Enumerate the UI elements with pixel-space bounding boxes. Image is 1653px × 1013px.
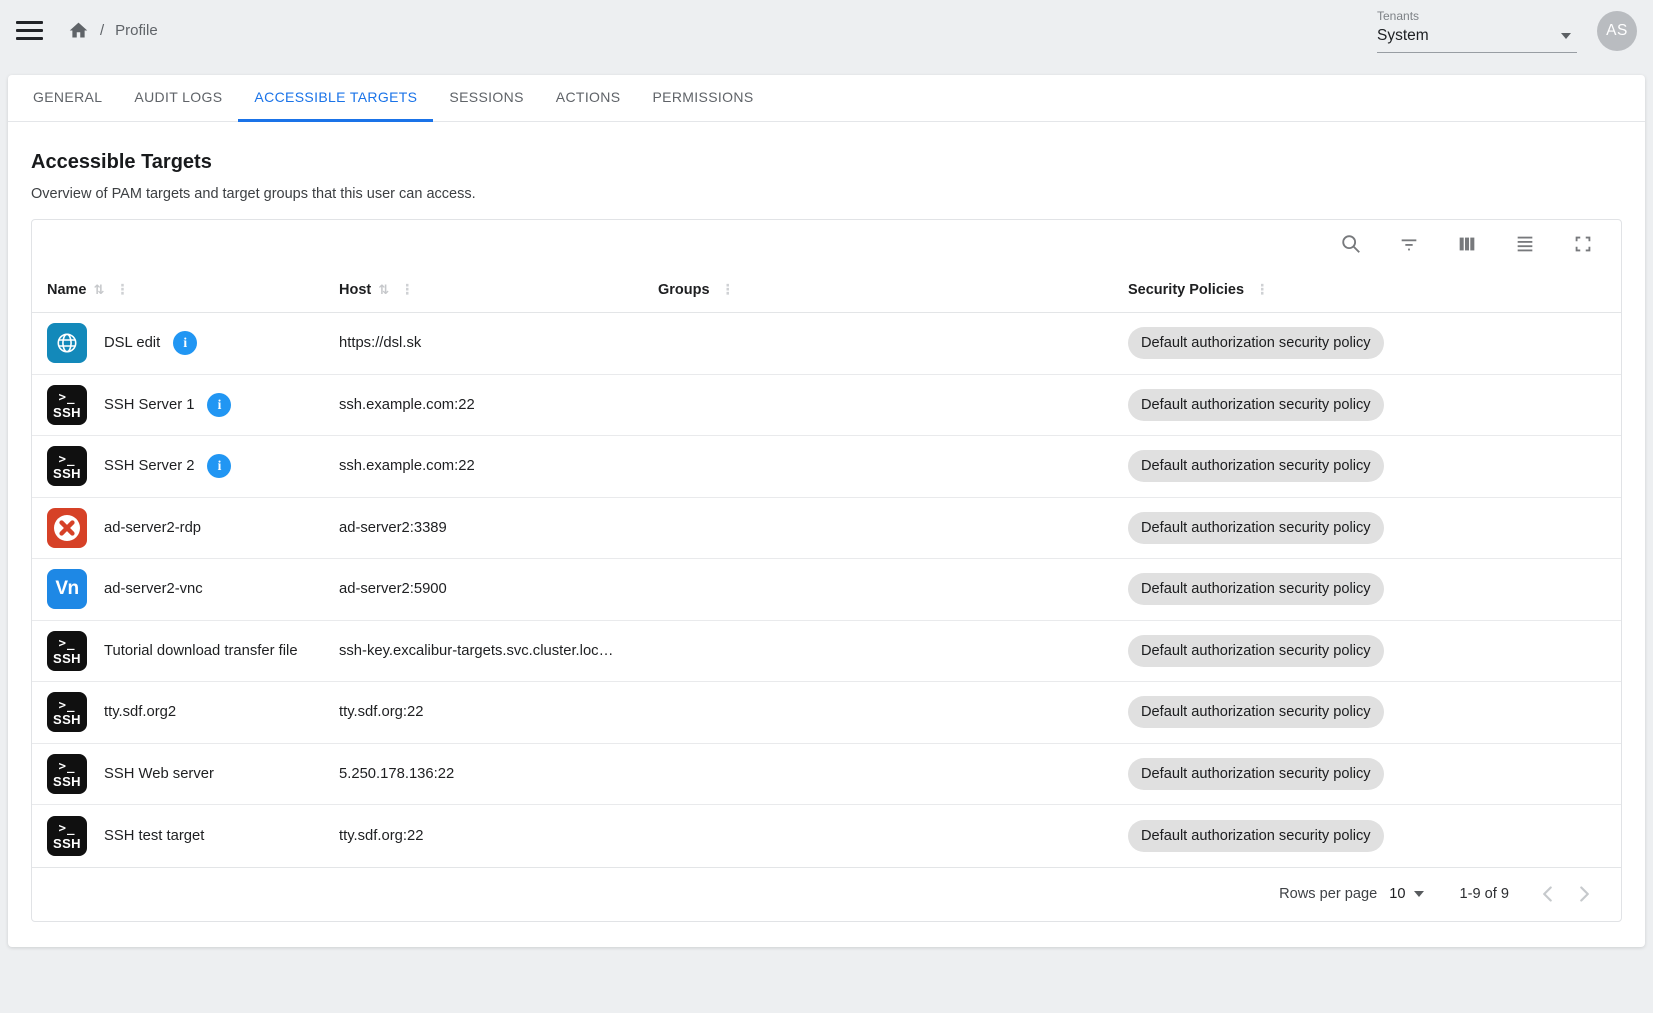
- density-icon[interactable]: [1513, 232, 1537, 256]
- security-policy-chip: Default authorization security policy: [1128, 512, 1384, 544]
- breadcrumb-separator: /: [100, 22, 104, 39]
- column-header-host[interactable]: Host ⇅ ⋮: [339, 282, 658, 298]
- avatar[interactable]: AS: [1597, 11, 1637, 51]
- previous-page-icon[interactable]: [1535, 881, 1561, 907]
- tab-general[interactable]: GENERAL: [17, 75, 118, 122]
- table-row: >_ SSH Vn tty.sdf.org2 i tty.sdf.org:22 …: [32, 682, 1621, 744]
- chevron-down-icon: [1561, 33, 1571, 39]
- targets-table: Name ⇅ ⋮ Host ⇅ ⋮ Groups ⋮ Security Poli…: [31, 219, 1622, 922]
- table-row: >_ SSH Vn Tutorial download transfer fil…: [32, 621, 1621, 683]
- target-name: ad-server2-vnc: [104, 581, 203, 597]
- table-body: >_ SSH Vn DSL edit i https://dsl.sk Defa…: [32, 313, 1621, 867]
- target-host: tty.sdf.org:22: [339, 704, 658, 720]
- target-name: Tutorial download transfer file: [104, 643, 298, 659]
- search-icon[interactable]: [1339, 232, 1363, 256]
- column-header-security-policies[interactable]: Security Policies ⋮: [1128, 282, 1621, 298]
- sort-icon[interactable]: ⇅: [378, 283, 389, 298]
- table-row: >_ SSH Vn DSL edit i https://dsl.sk Defa…: [32, 313, 1621, 375]
- target-host: ssh.example.com:22: [339, 458, 658, 474]
- target-name: SSH Web server: [104, 766, 214, 782]
- ssh-target-icon: >_ SSH Vn: [47, 692, 87, 732]
- profile-card: GENERAL AUDIT LOGS ACCESSIBLE TARGETS SE…: [8, 75, 1645, 947]
- target-name: DSL edit: [104, 335, 160, 351]
- security-policy-chip: Default authorization security policy: [1128, 450, 1384, 482]
- rdp-target-icon: >_ SSH Vn: [47, 508, 87, 548]
- page-title: Accessible Targets: [31, 151, 1622, 174]
- target-name: ad-server2-rdp: [104, 520, 201, 536]
- info-icon[interactable]: i: [207, 393, 231, 417]
- table-row: >_ SSH Vn SSH Server 1 i ssh.example.com…: [32, 375, 1621, 437]
- table-row: >_ SSH Vn ad-server2-vnc i ad-server2:59…: [32, 559, 1621, 621]
- info-icon[interactable]: i: [207, 454, 231, 478]
- ssh-target-icon: >_ SSH Vn: [47, 446, 87, 486]
- tenant-select-value: System: [1377, 27, 1429, 45]
- target-host: ad-server2:5900: [339, 581, 658, 597]
- ssh-target-icon: >_ SSH Vn: [47, 816, 87, 856]
- tab-permissions[interactable]: PERMISSIONS: [636, 75, 769, 122]
- filter-icon[interactable]: [1397, 232, 1421, 256]
- target-name: SSH test target: [104, 828, 204, 844]
- info-icon[interactable]: i: [173, 331, 197, 355]
- table-row: >_ SSH Vn ad-server2-rdp i ad-server2:33…: [32, 498, 1621, 560]
- security-policy-chip: Default authorization security policy: [1128, 327, 1384, 359]
- target-host: 5.250.178.136:22: [339, 766, 658, 782]
- table-row: >_ SSH Vn SSH Web server i 5.250.178.136…: [32, 744, 1621, 806]
- tab-actions[interactable]: ACTIONS: [540, 75, 637, 122]
- target-host: ad-server2:3389: [339, 520, 658, 536]
- globe-target-icon: >_ SSH Vn: [47, 323, 87, 363]
- ssh-target-icon: >_ SSH Vn: [47, 754, 87, 794]
- target-host: tty.sdf.org:22: [339, 828, 658, 844]
- fullscreen-icon[interactable]: [1571, 232, 1595, 256]
- ssh-target-icon: >_ SSH Vn: [47, 385, 87, 425]
- tab-sessions[interactable]: SESSIONS: [433, 75, 539, 122]
- tenant-select[interactable]: Tenants System: [1377, 9, 1577, 53]
- chevron-down-icon: [1414, 891, 1424, 897]
- target-host: ssh.example.com:22: [339, 397, 658, 413]
- security-policy-chip: Default authorization security policy: [1128, 820, 1384, 852]
- column-menu-icon[interactable]: ⋮: [115, 282, 129, 298]
- pagination-range: 1-9 of 9: [1460, 886, 1510, 902]
- target-name: SSH Server 2: [104, 458, 194, 474]
- target-name: tty.sdf.org2: [104, 704, 176, 720]
- tab-accessible-targets[interactable]: ACCESSIBLE TARGETS: [238, 75, 433, 122]
- table-row: >_ SSH Vn SSH test target i tty.sdf.org:…: [32, 805, 1621, 867]
- page-subtitle: Overview of PAM targets and target group…: [31, 186, 1622, 202]
- security-policy-chip: Default authorization security policy: [1128, 758, 1384, 790]
- column-menu-icon[interactable]: ⋮: [1255, 282, 1269, 298]
- table-header-row: Name ⇅ ⋮ Host ⇅ ⋮ Groups ⋮ Security Poli…: [32, 268, 1621, 313]
- security-policy-chip: Default authorization security policy: [1128, 696, 1384, 728]
- security-policy-chip: Default authorization security policy: [1128, 635, 1384, 667]
- table-row: >_ SSH Vn SSH Server 2 i ssh.example.com…: [32, 436, 1621, 498]
- vnc-target-icon: >_ SSH Vn: [47, 569, 87, 609]
- target-host: ssh-key.excalibur-targets.svc.cluster.lo…: [339, 643, 658, 659]
- column-header-name[interactable]: Name ⇅ ⋮: [47, 282, 339, 298]
- rows-per-page-select[interactable]: 10: [1389, 886, 1423, 902]
- table-pagination: Rows per page 10 1-9 of 9: [32, 867, 1621, 921]
- target-name: SSH Server 1: [104, 397, 194, 413]
- tenant-select-label: Tenants: [1377, 9, 1577, 23]
- table-toolbar: [32, 220, 1621, 268]
- ssh-target-icon: >_ SSH Vn: [47, 631, 87, 671]
- rows-per-page-label: Rows per page: [1279, 886, 1377, 902]
- column-header-groups[interactable]: Groups ⋮: [658, 282, 1128, 298]
- tab-audit-logs[interactable]: AUDIT LOGS: [118, 75, 238, 122]
- security-policy-chip: Default authorization security policy: [1128, 573, 1384, 605]
- menu-icon[interactable]: [16, 21, 43, 40]
- column-menu-icon[interactable]: ⋮: [721, 282, 735, 298]
- columns-icon[interactable]: [1455, 232, 1479, 256]
- next-page-icon[interactable]: [1571, 881, 1597, 907]
- column-menu-icon[interactable]: ⋮: [400, 282, 414, 298]
- tab-bar: GENERAL AUDIT LOGS ACCESSIBLE TARGETS SE…: [8, 75, 1645, 122]
- security-policy-chip: Default authorization security policy: [1128, 389, 1384, 421]
- home-icon[interactable]: [68, 20, 89, 41]
- target-host: https://dsl.sk: [339, 335, 658, 351]
- sort-icon[interactable]: ⇅: [94, 283, 105, 298]
- top-app-bar: / Profile Tenants System AS: [0, 0, 1653, 61]
- breadcrumb-current: Profile: [115, 22, 158, 39]
